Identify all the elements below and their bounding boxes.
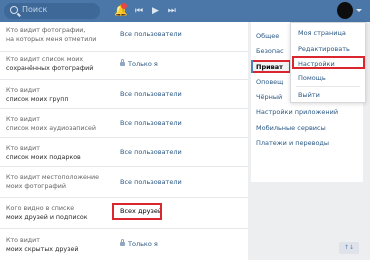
privacy-value[interactable]: Все пользователи xyxy=(120,119,182,127)
settings-item-security[interactable]: Безопас xyxy=(256,47,284,55)
privacy-value[interactable]: Все пользователи xyxy=(120,30,182,38)
profile-dropdown: Моя страница Редактировать Настройки Пом… xyxy=(290,22,366,103)
dropdown-item-logout[interactable]: Выйти xyxy=(298,91,320,99)
dropdown-item-my-page[interactable]: Моя страница xyxy=(298,29,346,37)
chevron-down-icon[interactable] xyxy=(356,9,362,12)
privacy-value[interactable]: Все пользователи xyxy=(120,178,182,186)
privacy-question: Кого видно в списке моих друзей и подписо… xyxy=(6,205,88,221)
selection-indicator xyxy=(251,60,253,73)
dropdown-item-help[interactable]: Помощь xyxy=(298,74,326,82)
privacy-question: Кто видит список моих аудиозаписей xyxy=(6,116,96,132)
search-icon xyxy=(10,6,18,14)
privacy-row: Кто видит местоположение моих фотографий … xyxy=(0,167,248,198)
lock-icon xyxy=(120,239,125,246)
settings-item-notifications[interactable]: Оповещ xyxy=(256,78,283,86)
privacy-row: Кто видит список моих аудиозаписей Все по… xyxy=(0,109,248,138)
privacy-value[interactable]: Только я xyxy=(120,239,158,248)
privacy-value[interactable]: Только я xyxy=(120,59,158,68)
privacy-row: Кто видит список моих подарков Все пользо… xyxy=(0,138,248,167)
lock-icon xyxy=(120,59,125,66)
privacy-row: Кто видит список моих сохранённых фотогра… xyxy=(0,52,248,80)
privacy-question: Кто видит список моих групп xyxy=(6,87,69,103)
privacy-question: Кто видит список моих сохранённых фотогра… xyxy=(6,56,94,72)
music-controls[interactable]: ⏮ ▶ ⏭ xyxy=(135,5,179,17)
privacy-settings-panel: Кто видит фотографии, на которых меня отм… xyxy=(0,22,248,260)
privacy-question: Кто видит местоположение моих фотографий xyxy=(6,174,99,190)
privacy-row: Кто видит список моих групп Все пользоват… xyxy=(0,80,248,109)
highlight-friends-value xyxy=(112,203,162,220)
avatar[interactable] xyxy=(337,2,353,19)
settings-item-apps[interactable]: Настройки приложений xyxy=(256,108,338,116)
dropdown-item-settings[interactable]: Настройки xyxy=(298,60,335,68)
search-input[interactable]: Поиск xyxy=(22,5,47,14)
settings-item-mobile[interactable]: Мобильные сервисы xyxy=(256,124,326,132)
notification-badge xyxy=(121,3,127,9)
privacy-question: Кто видит фотографии, на которых меня отм… xyxy=(6,27,97,43)
privacy-row: Кто видит фотографии, на которых меня отм… xyxy=(0,22,248,52)
settings-item-payments[interactable]: Платежи и переводы xyxy=(256,139,329,147)
scroll-top-button[interactable]: ↑↓ xyxy=(339,242,359,254)
privacy-value[interactable]: Все пользователи xyxy=(120,90,182,98)
search-box[interactable]: Поиск xyxy=(4,3,100,19)
dropdown-item-edit[interactable]: Редактировать xyxy=(298,45,350,53)
settings-item-general[interactable]: Общее xyxy=(256,32,279,40)
settings-item-privacy[interactable]: Приват xyxy=(251,60,291,73)
privacy-row: Кто видит моих скрытых друзей Только я xyxy=(0,229,248,260)
settings-item-blacklist[interactable]: Чёрный xyxy=(256,93,282,101)
privacy-question: Кто видит моих скрытых друзей xyxy=(6,237,79,253)
dropdown-divider xyxy=(296,86,360,87)
privacy-question: Кто видит список моих подарков xyxy=(6,145,81,161)
privacy-value[interactable]: Все пользователи xyxy=(120,148,182,156)
